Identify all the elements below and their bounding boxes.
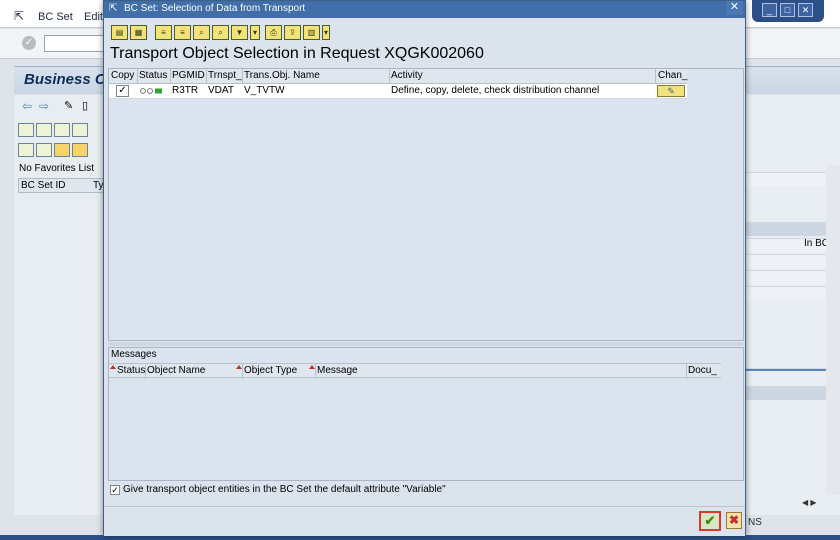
- maximize-icon[interactable]: □: [780, 3, 795, 17]
- find-next-icon[interactable]: ⌕: [212, 25, 229, 40]
- msg-col-docu[interactable]: Docu_: [688, 365, 717, 376]
- menu-edit[interactable]: Edit: [84, 11, 103, 23]
- minimize-icon[interactable]: _: [762, 3, 777, 17]
- print-icon[interactable]: [72, 123, 88, 137]
- messages-panel: Messages Status Object Name Object Type …: [108, 347, 744, 481]
- display-change-icon[interactable]: ✎: [64, 99, 73, 112]
- col-divider: [206, 69, 207, 84]
- close-window-icon[interactable]: ✕: [798, 3, 813, 17]
- expand-icon[interactable]: [36, 143, 52, 157]
- dialog-close-icon[interactable]: ✕: [726, 1, 743, 15]
- background-row: [746, 286, 826, 300]
- col-divider: [170, 69, 171, 84]
- background-row: [746, 386, 826, 400]
- dialog-heading: Transport Object Selection in Request XQ…: [110, 45, 484, 62]
- transport-object-table: Copy Status PGMID Trnspt_ Trans.Obj. Nam…: [108, 68, 744, 341]
- dialog-title: BC Set: Selection of Data from Transport: [124, 3, 306, 14]
- col-pgmid[interactable]: PGMID: [172, 70, 205, 81]
- col-type: Ty: [93, 180, 104, 191]
- window-controls: _ □ ✕: [752, 0, 824, 22]
- copy-checkbox[interactable]: ✓: [116, 85, 129, 97]
- col-status[interactable]: Status: [139, 70, 167, 81]
- background-table-header: BC Set ID Ty: [18, 178, 106, 193]
- col-obj-name[interactable]: Trans.Obj. Name: [244, 70, 320, 81]
- col-divider: [242, 69, 243, 84]
- table-row[interactable]: ✓ R3TR VDAT V_TVTW Define, copy, delete,…: [109, 84, 687, 99]
- msg-col-object-name[interactable]: Object Name: [147, 365, 205, 376]
- cancel-button[interactable]: ✖: [726, 512, 742, 529]
- msg-col-message[interactable]: Message: [317, 365, 358, 376]
- scroll-arrows-icon[interactable]: ◀ ▶: [802, 498, 817, 507]
- details-icon[interactable]: ▤: [111, 25, 128, 40]
- align-icon[interactable]: [18, 123, 34, 137]
- messages-header: Status Object Name Object Type Message D…: [109, 363, 721, 379]
- layout-dropdown-icon[interactable]: ▾: [322, 25, 330, 40]
- col-divider: [389, 69, 390, 84]
- background-title: Business C: [24, 71, 106, 88]
- filter-icon[interactable]: ▼: [231, 25, 248, 40]
- add-favorite-icon[interactable]: [72, 143, 88, 157]
- print-icon[interactable]: ⎙: [265, 25, 282, 40]
- bc-set-dialog: ⇱ BC Set: Selection of Data from Transpo…: [103, 0, 746, 536]
- col-divider: [242, 364, 243, 379]
- cell-pgmid: R3TR: [172, 85, 199, 96]
- col-divider: [137, 69, 138, 84]
- find-icon[interactable]: ⌕: [193, 25, 210, 40]
- export-icon[interactable]: ⇪: [284, 25, 301, 40]
- col-change[interactable]: Chan_: [658, 70, 687, 81]
- background-left-panel: ⇦ ⇨ ✎ ▯: [14, 95, 106, 515]
- exit-icon[interactable]: ⇱: [14, 9, 24, 23]
- new-document-icon[interactable]: ▯: [82, 99, 88, 112]
- back-icon[interactable]: ⇦: [22, 99, 32, 113]
- change-pencil-icon[interactable]: ✎: [657, 85, 685, 97]
- col-activity[interactable]: Activity: [391, 70, 423, 81]
- msg-col-object-type[interactable]: Object Type: [244, 365, 297, 376]
- variable-checkbox[interactable]: ✓: [110, 485, 120, 495]
- background-row: [746, 254, 826, 268]
- variable-label: Give transport object entities in the BC…: [123, 484, 446, 495]
- filter-icon[interactable]: [36, 123, 52, 137]
- dialog-toolbar: ▤ ▦ ≡ ≡ ⌕ ⌕ ▼ ▾ ⎙ ⇪ ▥ ▾: [107, 22, 745, 44]
- col-divider: [145, 364, 146, 379]
- sort-ascending-icon[interactable]: ≡: [155, 25, 172, 40]
- dialog-window-icon: ⇱: [109, 3, 118, 14]
- col-bc-set-id: BC Set ID: [21, 180, 66, 191]
- col-divider: [686, 364, 687, 379]
- msg-col-status[interactable]: Status: [117, 365, 145, 376]
- binoculars-icon[interactable]: [54, 123, 70, 137]
- background-row: [746, 222, 826, 236]
- status-light-icon: [140, 88, 162, 94]
- cell-obj-name: V_TVTW: [244, 85, 285, 96]
- dialog-footer: [104, 506, 745, 536]
- dialog-titlebar: ⇱ BC Set: Selection of Data from Transpo…: [104, 1, 745, 18]
- confirm-button[interactable]: ✔: [699, 511, 721, 531]
- background-scrollbar[interactable]: [826, 165, 840, 495]
- no-favorites-label: No Favorites List: [19, 163, 95, 174]
- select-all-icon[interactable]: ▦: [130, 25, 147, 40]
- col-copy[interactable]: Copy: [111, 70, 134, 81]
- cell-trnspt: VDAT: [208, 85, 234, 96]
- col-divider: [315, 364, 316, 379]
- sort-descending-icon[interactable]: ≡: [174, 25, 191, 40]
- status-fragment: NS: [748, 517, 762, 528]
- sort-marker-icon: [110, 365, 116, 369]
- filter-dropdown-icon[interactable]: ▾: [250, 25, 260, 40]
- menu-bc-set[interactable]: BC Set: [38, 11, 73, 23]
- table-header: Copy Status PGMID Trnspt_ Trans.Obj. Nam…: [109, 69, 687, 84]
- search-icon[interactable]: [18, 143, 34, 157]
- col-trnspt[interactable]: Trnspt_: [208, 70, 242, 81]
- enter-icon[interactable]: ✓: [22, 36, 36, 50]
- forward-icon[interactable]: ⇨: [39, 99, 49, 113]
- command-field[interactable]: [44, 35, 106, 52]
- background-divider: [746, 368, 826, 371]
- splitter[interactable]: [108, 342, 744, 346]
- messages-label: Messages: [111, 349, 157, 360]
- col-divider: [655, 69, 656, 84]
- layout-icon[interactable]: ▥: [303, 25, 320, 40]
- cell-activity: Define, copy, delete, check distribution…: [391, 85, 600, 96]
- background-row: [746, 270, 826, 284]
- background-row: [746, 172, 826, 186]
- favorite-icon[interactable]: [54, 143, 70, 157]
